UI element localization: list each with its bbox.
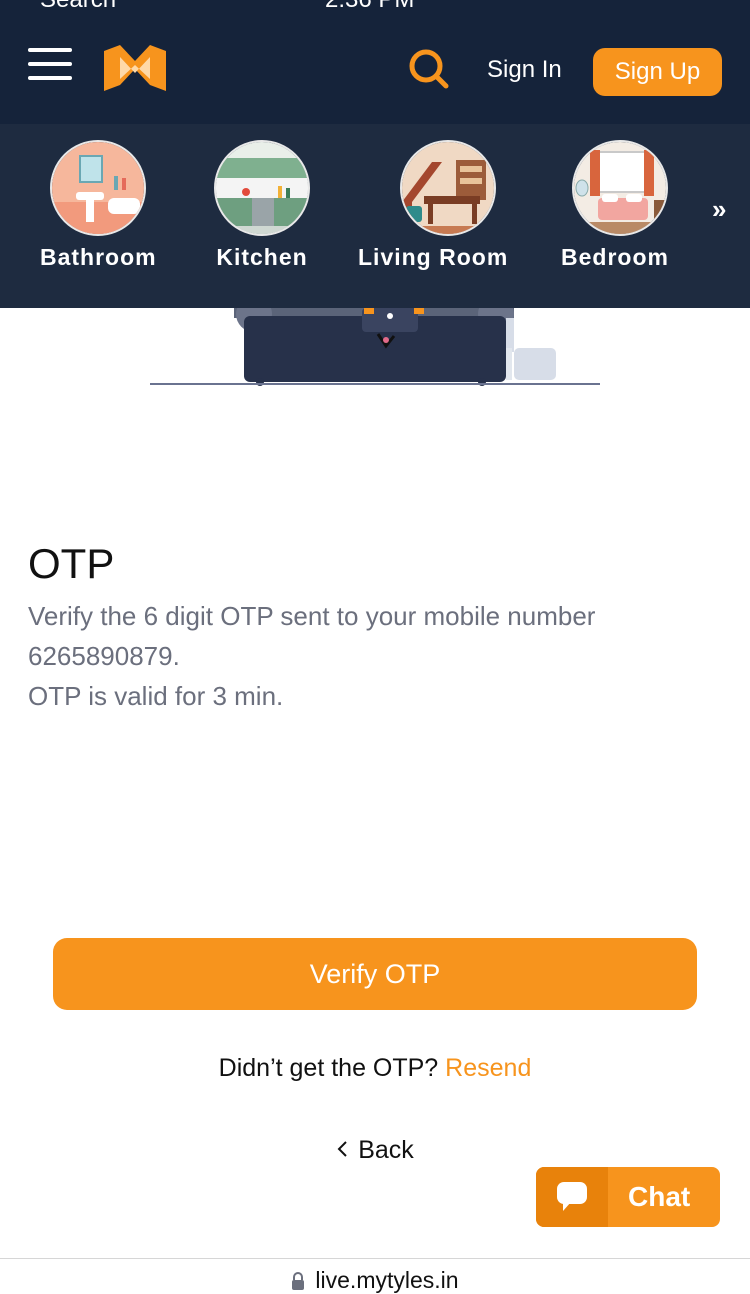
verify-otp-button[interactable]: Verify OTP xyxy=(53,938,697,1010)
status-time: 2:36 PM xyxy=(325,0,414,14)
status-carrier: Search xyxy=(40,0,116,14)
hamburger-menu-icon[interactable] xyxy=(28,48,72,80)
chevron-left-icon xyxy=(336,1136,348,1165)
category-bathroom[interactable]: Bathroom xyxy=(40,140,157,271)
category-label: Kitchen xyxy=(216,244,308,270)
sign-up-button[interactable]: Sign Up xyxy=(593,48,722,96)
search-icon[interactable] xyxy=(408,48,450,90)
category-living-room[interactable]: Living Room xyxy=(358,140,508,271)
resend-prompt-line: Didn’t get the OTP? Resend xyxy=(0,1054,750,1083)
page-title: OTP xyxy=(28,540,115,587)
category-label: Bathroom xyxy=(40,244,157,270)
sign-in-link[interactable]: Sign In xyxy=(487,56,562,84)
double-chevron-right-icon[interactable]: » xyxy=(712,194,726,225)
status-bar: Search 2:36 PM xyxy=(0,0,750,13)
category-kitchen[interactable]: Kitchen xyxy=(214,140,310,271)
back-link[interactable]: Back xyxy=(0,1136,750,1165)
back-label: Back xyxy=(358,1136,414,1164)
mytyles-logo[interactable] xyxy=(104,45,166,91)
living-room-thumbnail xyxy=(400,140,497,236)
top-navbar: Search 2:36 PM Sign In Sign Up xyxy=(0,0,750,124)
url-text: live.mytyles.in xyxy=(315,1267,459,1293)
kitchen-thumbnail xyxy=(214,140,310,236)
sofa-illustration xyxy=(150,296,600,388)
bathroom-thumbnail xyxy=(50,140,147,236)
category-label: Living Room xyxy=(358,244,509,270)
chat-widget-button[interactable]: Chat xyxy=(536,1167,720,1227)
url-display: live.mytyles.in xyxy=(0,1267,750,1294)
otp-validity: OTP is valid for 3 min. xyxy=(28,681,284,711)
browser-url-bar[interactable]: live.mytyles.in xyxy=(0,1258,750,1294)
otp-instruction: Verify the 6 digit OTP sent to your mobi… xyxy=(28,601,596,631)
category-bedroom[interactable]: Bedroom xyxy=(561,140,669,271)
lock-icon xyxy=(291,1269,305,1294)
chat-bubble-icon xyxy=(536,1167,608,1227)
category-label: Bedroom xyxy=(561,244,669,270)
resend-prompt: Didn’t get the OTP? xyxy=(218,1054,439,1082)
bedroom-thumbnail xyxy=(571,140,668,236)
chat-label: Chat xyxy=(628,1181,691,1212)
battery-icon xyxy=(664,0,734,12)
resend-link[interactable]: Resend xyxy=(445,1054,531,1082)
otp-description: Verify the 6 digit OTP sent to your mobi… xyxy=(28,596,718,716)
category-bar: Bathroom Kitchen Living Room Bedroom » xyxy=(0,124,750,308)
otp-mobile-number: 6265890879. xyxy=(28,641,180,671)
